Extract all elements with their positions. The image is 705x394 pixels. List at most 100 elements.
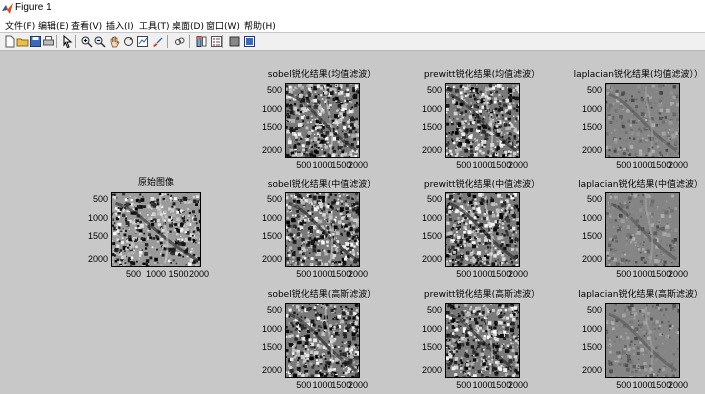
- figure-toolbar: [0, 33, 705, 51]
- x-tick-label: 2000: [347, 269, 369, 279]
- image-axes-sobel-median[interactable]: [285, 192, 360, 267]
- x-tick-label: 2000: [188, 269, 210, 279]
- menu-item-2[interactable]: 查看(V): [71, 19, 102, 32]
- menu-item-7[interactable]: 帮助(H): [244, 19, 276, 32]
- y-tick-label: 1500: [421, 231, 442, 242]
- y-tick-label: 1500: [581, 342, 602, 353]
- hide-plot-tools-icon[interactable]: [228, 35, 241, 48]
- x-tick-label: 2000: [507, 269, 529, 279]
- x-tick-label: 2000: [507, 160, 529, 170]
- figure-canvas: 原始图像 sobel锐化结果(均值滤波） prewitt锐化结果(均值滤波） l…: [0, 51, 705, 394]
- data-cursor-icon[interactable]: [136, 35, 149, 48]
- window-title: Figure 1: [15, 2, 52, 13]
- y-tick-label: 2000: [421, 254, 442, 264]
- y-tick-label: 2000: [261, 145, 282, 155]
- y-tick-label: 2000: [421, 145, 442, 155]
- y-tick-label: 1500: [261, 342, 282, 353]
- plot-title-sobel-gaussian: sobel锐化结果(高斯滤波）: [267, 290, 377, 300]
- plot-title-laplacian-median: laplacian锐化结果(中值滤波）: [578, 180, 703, 190]
- menu-item-4[interactable]: 工具(T): [139, 19, 170, 32]
- y-tick-label: 1500: [87, 231, 108, 242]
- y-tick-label: 2000: [87, 254, 108, 264]
- menu-item-1[interactable]: 编辑(E): [38, 19, 69, 32]
- image-axes-laplacian-gaussian[interactable]: [605, 303, 680, 378]
- image-axes-sobel-mean[interactable]: [285, 83, 360, 158]
- menu-item-5[interactable]: 桌面(D): [172, 19, 204, 32]
- y-tick-label: 500: [586, 84, 602, 95]
- matlab-icon: [2, 3, 13, 14]
- toolbar-separator: [167, 35, 168, 48]
- y-tick-label: 500: [266, 84, 282, 95]
- y-tick-label: 1000: [581, 212, 602, 223]
- zoom-out-icon[interactable]: [93, 35, 106, 48]
- plot-title-laplacian-gaussian: laplacian锐化结果(高斯滤波）: [578, 290, 703, 300]
- y-tick-label: 1000: [581, 103, 602, 114]
- image-axes-prewitt-gaussian[interactable]: [445, 303, 520, 378]
- image-axes-original[interactable]: [111, 192, 201, 267]
- menu-item-3[interactable]: 插入(I): [106, 19, 134, 32]
- arrow-select-icon[interactable]: [61, 35, 74, 48]
- zoom-in-icon[interactable]: [80, 35, 93, 48]
- y-tick-label: 1000: [581, 323, 602, 334]
- toolbar-separator: [56, 35, 57, 48]
- y-tick-label: 1000: [421, 103, 442, 114]
- y-tick-label: 2000: [581, 145, 602, 155]
- x-tick-label: 2000: [347, 380, 369, 390]
- y-tick-label: 1000: [261, 212, 282, 223]
- y-tick-label: 2000: [581, 365, 602, 375]
- y-tick-label: 1500: [581, 122, 602, 133]
- title-bar: Figure 1: [0, 0, 705, 18]
- toolbar-separator: [189, 35, 190, 48]
- x-tick-label: 2000: [667, 380, 689, 390]
- y-tick-label: 500: [92, 193, 108, 204]
- plot-title-sobel-mean: sobel锐化结果(均值滤波）: [267, 70, 377, 80]
- y-tick-label: 1000: [261, 323, 282, 334]
- y-tick-label: 500: [266, 193, 282, 204]
- menu-bar: 文件(F) 编辑(E) 查看(V) 插入(I) 工具(T) 桌面(D) 窗口(W) 帮助(H): [0, 18, 705, 32]
- image-axes-laplacian-mean[interactable]: [605, 83, 680, 158]
- y-tick-label: 500: [586, 193, 602, 204]
- toolbar-separator: [75, 35, 76, 48]
- show-plot-tools-icon[interactable]: [243, 35, 256, 48]
- x-tick-label: 2000: [507, 380, 529, 390]
- y-tick-label: 2000: [261, 365, 282, 375]
- y-tick-label: 1000: [261, 103, 282, 114]
- figure-window: Figure 1 文件(F) 编辑(E) 查看(V) 插入(I) 工具(T) 桌面(D) 窗…: [0, 0, 705, 394]
- y-tick-label: 500: [586, 304, 602, 315]
- plot-title-prewitt-gaussian: prewitt锐化结果(高斯滤波）: [423, 290, 541, 300]
- image-axes-sobel-gaussian[interactable]: [285, 303, 360, 378]
- plot-title-original: 原始图像: [137, 178, 174, 188]
- colorbar-icon[interactable]: [195, 35, 208, 48]
- y-tick-label: 1500: [421, 122, 442, 133]
- menu-item-0[interactable]: 文件(F): [5, 19, 35, 32]
- y-tick-label: 500: [426, 193, 442, 204]
- y-tick-label: 1000: [87, 212, 108, 223]
- new-file-icon[interactable]: [3, 35, 16, 48]
- y-tick-label: 500: [266, 304, 282, 315]
- print-icon[interactable]: [42, 35, 55, 48]
- rotate-3d-icon[interactable]: [122, 35, 135, 48]
- image-axes-prewitt-median[interactable]: [445, 192, 520, 267]
- x-tick-label: 2000: [667, 269, 689, 279]
- plot-title-prewitt-mean: prewitt锐化结果(均值滤波）: [423, 70, 541, 80]
- y-tick-label: 2000: [581, 254, 602, 264]
- y-tick-label: 500: [426, 84, 442, 95]
- link-plot-icon[interactable]: [173, 35, 186, 48]
- plot-title-laplacian-mean: laplacian锐化结果(均值滤波））: [573, 70, 703, 80]
- y-tick-label: 1500: [581, 231, 602, 242]
- open-folder-icon[interactable]: [16, 35, 29, 48]
- y-tick-label: 1000: [421, 212, 442, 223]
- pan-hand-icon[interactable]: [108, 35, 121, 48]
- y-tick-label: 1500: [421, 342, 442, 353]
- brush-icon[interactable]: [151, 35, 164, 48]
- y-tick-label: 2000: [421, 365, 442, 375]
- plot-title-prewitt-median: prewitt锐化结果(中值滤波）: [423, 180, 541, 190]
- y-tick-label: 1500: [261, 122, 282, 133]
- plot-title-sobel-median: sobel锐化结果(中值滤波）: [267, 180, 377, 190]
- y-tick-label: 2000: [261, 254, 282, 264]
- save-icon[interactable]: [29, 35, 42, 48]
- menu-item-6[interactable]: 窗口(W): [206, 19, 240, 32]
- image-axes-laplacian-median[interactable]: [605, 192, 680, 267]
- x-tick-label: 2000: [667, 160, 689, 170]
- image-axes-prewitt-mean[interactable]: [445, 83, 520, 158]
